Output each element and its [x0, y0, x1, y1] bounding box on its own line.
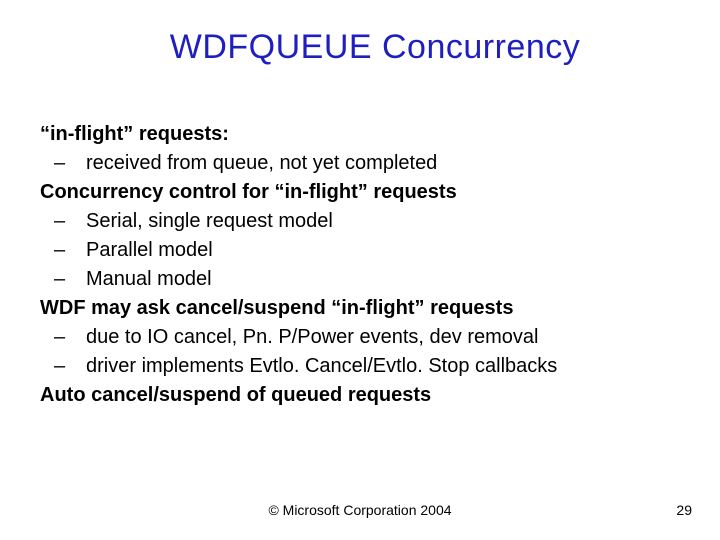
body-subline: –Parallel model [40, 236, 680, 265]
footer-copyright: © Microsoft Corporation 2004 [0, 502, 720, 518]
body-subline: –Serial, single request model [40, 207, 680, 236]
body-line: “in-flight” requests: [40, 120, 680, 149]
body-subline: –Manual model [40, 265, 680, 294]
body-subline-text: received from queue, not yet completed [86, 152, 437, 174]
slide: WDFQUEUE Concurrency “in-flight” request… [0, 0, 720, 540]
body-subline-text: Manual model [86, 268, 212, 290]
body-subline: –driver implements Evtlo. Cancel/Evtlo. … [40, 352, 680, 381]
body-subline-text: driver implements Evtlo. Cancel/Evtlo. S… [86, 355, 557, 377]
body-subline-text: due to IO cancel, Pn. P/Power events, de… [86, 326, 538, 348]
body-line: WDF may ask cancel/suspend “in-flight” r… [40, 294, 680, 323]
body-subline: –received from queue, not yet completed [40, 149, 680, 178]
body-subline-text: Serial, single request model [86, 210, 333, 232]
slide-body: “in-flight” requests: –received from que… [40, 120, 680, 410]
page-number: 29 [676, 502, 692, 518]
body-line: Concurrency control for “in-flight” requ… [40, 178, 680, 207]
slide-title: WDFQUEUE Concurrency [0, 0, 720, 67]
body-subline-text: Parallel model [86, 239, 213, 261]
body-subline: –due to IO cancel, Pn. P/Power events, d… [40, 323, 680, 352]
body-line: Auto cancel/suspend of queued requests [40, 381, 680, 410]
